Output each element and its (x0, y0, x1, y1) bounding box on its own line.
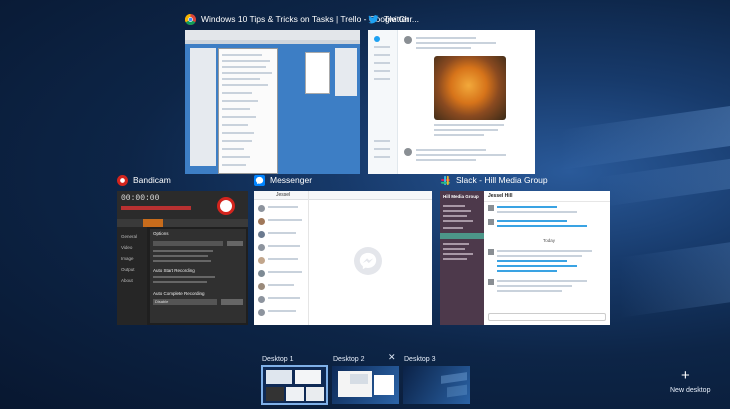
bandicam-select: Disable (153, 299, 217, 305)
bandicam-nav: General Video Image Output About (121, 231, 137, 286)
window-messenger-preview: Jessel (254, 191, 432, 325)
bandicam-nav-item: Video (121, 245, 133, 250)
window-slack[interactable]: Slack - Hill Media Group Hill Media Grou… (440, 171, 610, 325)
window-twitter-titlebar: Twitter (368, 10, 409, 28)
window-bandicam-title: Bandicam (133, 175, 171, 185)
bandicam-icon (117, 174, 128, 186)
window-bandicam[interactable]: Bandicam 00:00:00 General Video Image Ou… (117, 171, 248, 325)
twitter-icon (368, 14, 379, 23)
new-desktop-icon[interactable]: + (681, 368, 690, 383)
desktop-2-label: Desktop 2 (333, 356, 365, 363)
bandicam-nav-item: Image (121, 256, 134, 261)
window-slack-titlebar: Slack - Hill Media Group (440, 171, 548, 189)
window-twitter-title: Twitter (384, 14, 410, 24)
desktop-2-thumb[interactable] (332, 366, 399, 404)
wallpaper-beam (620, 242, 730, 318)
window-twitter-preview (368, 30, 535, 174)
desktop-3-thumb[interactable] (403, 366, 470, 404)
bandicam-nav-item: General (121, 234, 138, 239)
window-twitter[interactable]: Twitter (368, 10, 535, 174)
window-slack-title: Slack - Hill Media Group (456, 175, 548, 185)
window-messenger-title: Messenger (270, 175, 313, 185)
window-messenger[interactable]: Messenger Jessel (254, 171, 432, 325)
slack-channel-header: Jessel Hill (488, 193, 513, 199)
slack-team-name: Hill Media Group (443, 194, 479, 199)
bandicam-nav-item: Output (121, 267, 135, 272)
wallpaper-beam (560, 106, 730, 170)
window-messenger-titlebar: Messenger (254, 171, 312, 189)
wallpaper-beam (600, 158, 730, 208)
bandicam-section-auto-start: Auto Start Recording (153, 268, 195, 273)
close-desktop-icon[interactable]: ✕ (388, 352, 396, 363)
desktop-1-thumb[interactable] (261, 365, 328, 405)
bandicam-timer: 00:00:00 (121, 194, 160, 203)
messenger-header: Jessel (276, 192, 291, 198)
window-chrome[interactable]: Windows 10 Tips & Tricks on Tasks | Trel… (185, 10, 419, 174)
window-slack-preview: Hill Media Group Jessel Hill Today (440, 191, 610, 325)
bandicam-section-options: Options (153, 231, 169, 236)
slack-icon (440, 175, 451, 185)
slack-date-divider: Today (543, 238, 556, 243)
record-button-icon (217, 197, 235, 215)
desktop-1-label: Desktop 1 (262, 356, 294, 363)
messenger-empty-icon (354, 247, 382, 275)
window-bandicam-preview: 00:00:00 General Video Image Output Abou… (117, 191, 248, 325)
bandicam-section-auto-complete: Auto Complete Recording (153, 291, 205, 296)
chrome-icon (185, 13, 196, 25)
window-bandicam-titlebar: Bandicam (117, 171, 171, 189)
window-chrome-preview (185, 30, 360, 174)
bandicam-nav-item: About (121, 278, 133, 283)
desktop-3-label: Desktop 3 (404, 356, 436, 363)
new-desktop-label[interactable]: New desktop (670, 387, 710, 394)
messenger-icon (254, 174, 265, 186)
tweet-image (434, 56, 506, 120)
